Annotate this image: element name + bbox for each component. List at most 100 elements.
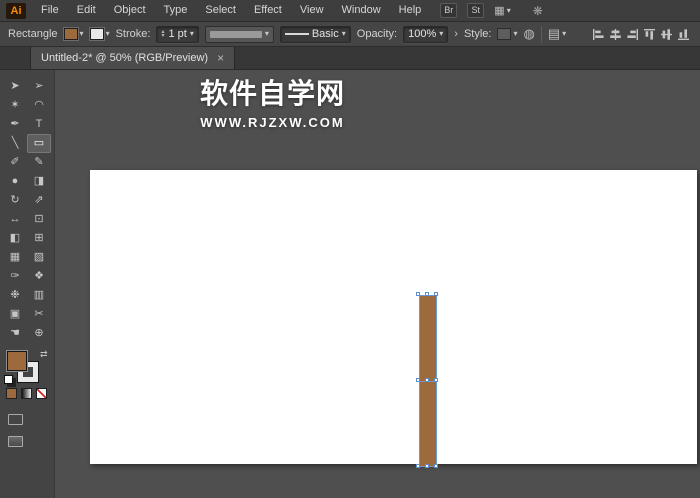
menu-select[interactable]: Select [196,0,245,21]
stroke-weight-field[interactable]: ▴ ▾ 1 pt ▾ [156,25,199,43]
none-button[interactable] [36,388,47,399]
selection-handle-bottom-left[interactable] [416,464,420,468]
pen-tool[interactable]: ✒ [3,115,27,134]
align-vertical-center-button[interactable] [660,28,673,41]
selection-handle-mid-center[interactable] [425,378,429,382]
tab-bar: Untitled-2* @ 50% (RGB/Preview) × [0,47,700,70]
menu-bar: Ai File Edit Object Type Select Effect V… [0,0,700,22]
color-button[interactable] [6,388,17,399]
width-tool[interactable]: ↔ [3,210,27,229]
stroke-color-dropdown[interactable]: ▾ [88,27,110,41]
menu-type[interactable]: Type [155,0,197,21]
drawing-mode-button[interactable] [8,414,23,425]
free-transform-tool[interactable]: ⊡ [27,210,51,229]
stepper-down-icon[interactable]: ▾ [161,33,164,39]
stroke-color-swatch [88,27,105,41]
scale-tool[interactable]: ⇗ [27,191,51,210]
stroke-weight-value: 1 pt [168,28,187,40]
bridge-button[interactable]: Br [440,3,458,18]
perspective-grid-tool[interactable]: ⊞ [27,229,51,248]
watermark-url: WWW.RJZXW.COM [200,115,345,130]
document-tab[interactable]: Untitled-2* @ 50% (RGB/Preview) × [30,47,236,69]
align-vertical-bottom-button[interactable] [677,28,690,41]
align-horizontal-center-button[interactable] [609,28,622,41]
recolor-artwork-button[interactable]: ◍ [523,26,534,42]
hand-tool[interactable]: ☚ [3,324,27,343]
active-tool-label: Rectangle [8,28,58,40]
shape-builder-tool[interactable]: ◧ [3,229,27,248]
align-horizontal-right-button[interactable] [626,28,639,41]
transparency-panel-arrow[interactable]: › [454,28,458,40]
zoom-tool[interactable]: ⊕ [27,324,51,343]
chevron-down-icon: ▾ [562,29,567,38]
selection-handle-bottom-right[interactable] [434,464,438,468]
menu-effect[interactable]: Effect [245,0,291,21]
tab-close-icon[interactable]: × [217,51,224,65]
opacity-field[interactable]: 100% ▾ [403,25,449,43]
style-label[interactable]: Style: [464,28,492,40]
gradient-tool[interactable]: ▨ [27,248,51,267]
menu-object[interactable]: Object [105,0,155,21]
arrange-documents-button[interactable]: ▦ ▾ [494,4,510,17]
lasso-tool[interactable]: ◠ [27,96,51,115]
symbol-sprayer-tool[interactable]: ❉ [3,286,27,305]
blob-brush-tool[interactable]: ● [3,172,27,191]
style-dropdown[interactable]: ▾ [497,28,517,40]
menu-view[interactable]: View [291,0,333,21]
align-horizontal-left-button[interactable] [592,28,605,41]
paint-style-buttons [0,388,55,399]
selection-handle-mid-left[interactable] [416,378,420,382]
brush-definition-dropdown[interactable]: Basic ▾ [279,25,351,43]
paintbrush-tool[interactable]: ✐ [3,153,27,172]
type-tool[interactable]: T [27,115,51,134]
cs-live-icon[interactable]: ❋ [533,4,543,18]
fill-color-dropdown[interactable]: ▾ [62,27,84,41]
mesh-tool[interactable]: ▦ [3,248,27,267]
tools-grid: ➤ ➢ ✶ ◠ ✒ T ╲ ▭ ✐ ✎ ● ◨ ↻ ⇗ ↔ ⊡ ◧ ⊞ ▦ ▨ … [0,70,54,343]
stock-button[interactable]: St [467,3,485,18]
menu-help[interactable]: Help [390,0,431,21]
align-vertical-top-button[interactable] [643,28,656,41]
direct-selection-tool[interactable]: ➢ [27,77,51,96]
chevron-down-icon: ▾ [506,5,511,15]
column-graph-tool[interactable]: ▥ [27,286,51,305]
control-bar: Rectangle ▾ ▾ Stroke: ▴ ▾ 1 pt ▾ ▾ Basic… [0,22,700,47]
rotate-tool[interactable]: ↻ [3,191,27,210]
selection-handle-mid-right[interactable] [434,378,438,382]
rectangle-tool[interactable]: ▭ [27,134,51,153]
magic-wand-tool[interactable]: ✶ [3,96,27,115]
swap-fill-stroke-icon[interactable]: ⇄ [40,349,48,360]
menu-edit[interactable]: Edit [68,0,105,21]
selection-handle-top-center[interactable] [425,292,429,296]
selection-tool[interactable]: ➤ [3,77,27,96]
watermark: 软件自学网 WWW.RJZXW.COM [150,72,395,130]
document-setup-button[interactable]: ▤ ▾ [548,26,566,42]
canvas-area[interactable]: 软件自学网 WWW.RJZXW.COM [55,70,700,498]
line-segment-tool[interactable]: ╲ [3,134,27,153]
arrange-documents-icon: ▦ [494,5,505,17]
gradient-button[interactable] [21,388,32,399]
fill-swatch[interactable] [6,350,28,372]
artboard-tool[interactable]: ▣ [3,305,27,324]
menu-file[interactable]: File [32,0,68,21]
slice-tool[interactable]: ✂ [27,305,51,324]
width-profile-dropdown[interactable]: ▾ [204,25,274,43]
menu-window[interactable]: Window [333,0,390,21]
stroke-weight-stepper[interactable]: ▴ ▾ [161,29,164,39]
eyedropper-tool[interactable]: ✑ [3,267,27,286]
illustrator-logo[interactable]: Ai [6,2,26,19]
pencil-tool[interactable]: ✎ [27,153,51,172]
artboard[interactable] [90,170,697,464]
opacity-label[interactable]: Opacity: [357,28,397,40]
stroke-label[interactable]: Stroke: [116,28,151,40]
brush-stroke-preview [284,33,309,35]
selection-handle-top-right[interactable] [434,292,438,296]
chevron-down-icon: ▾ [189,29,194,38]
selection-handle-bottom-center[interactable] [425,464,429,468]
eraser-tool[interactable]: ◨ [27,172,51,191]
selection-handle-top-left[interactable] [416,292,420,296]
default-fill-stroke-icon[interactable] [4,375,13,384]
blend-tool[interactable]: ❖ [27,267,51,286]
screen-mode-button[interactable] [8,436,23,447]
document-setup-icon: ▤ [547,26,561,41]
